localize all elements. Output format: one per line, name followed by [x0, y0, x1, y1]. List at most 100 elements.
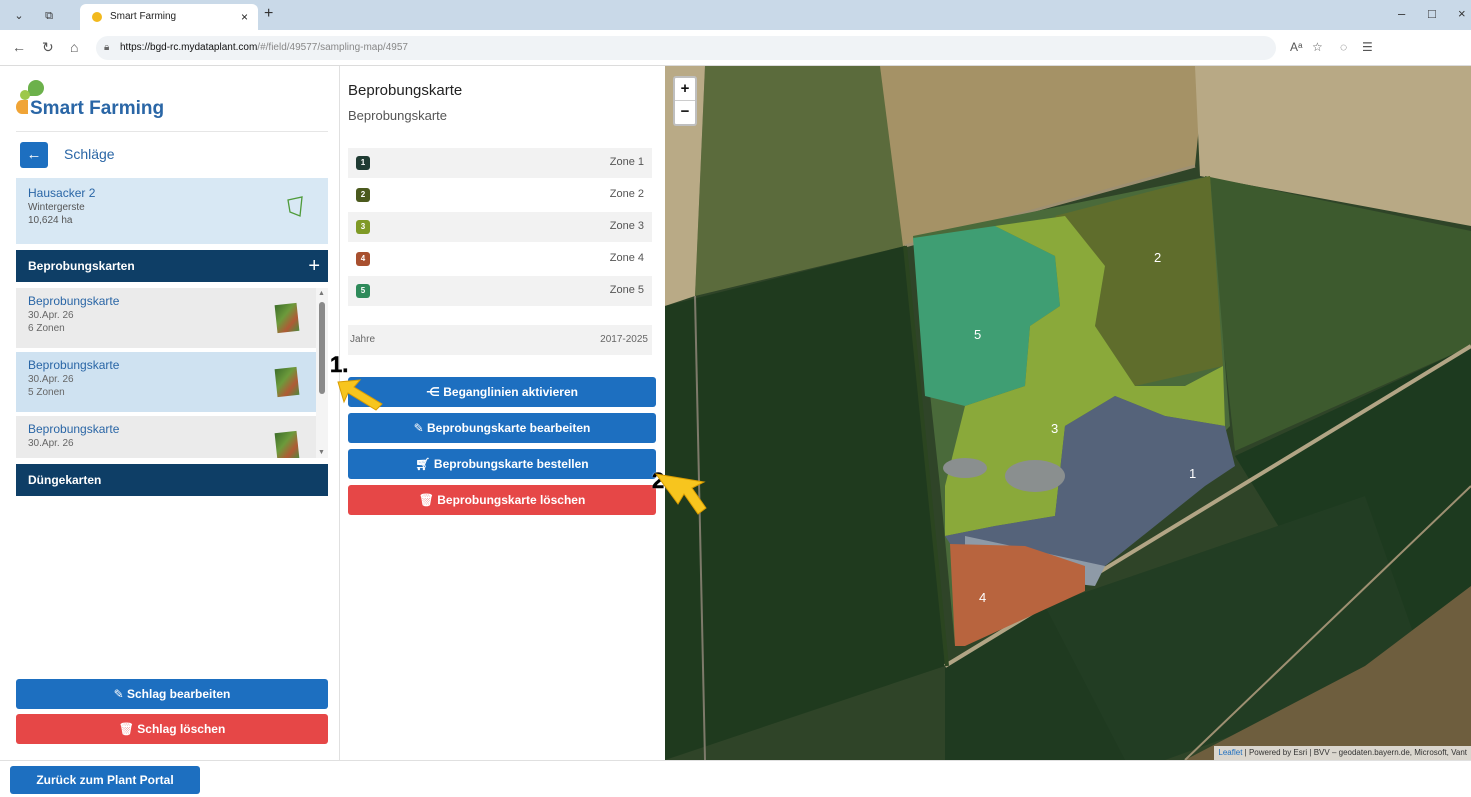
zone-label-4: 4	[979, 590, 987, 605]
sampling-map-list[interactable]: Beprobungskarte 30.Apr. 26 6 Zonen Bepro…	[16, 288, 328, 458]
cart-icon: 🛒︎	[415, 457, 434, 471]
url-path: /#/field/49577/sampling-map/4957	[257, 42, 408, 53]
zoom-in-button[interactable]: +	[675, 78, 695, 101]
zone-row: 5 Zone 5	[348, 276, 652, 306]
scroll-up-icon[interactable]: ▲	[318, 290, 325, 297]
logo-leaf-icon	[28, 80, 44, 96]
sampling-maps-title: Beprobungskarten	[28, 259, 135, 273]
edit-icon: ✎	[413, 421, 427, 435]
list-scrollbar[interactable]: ▲ ▼	[316, 288, 328, 458]
zone-label-5: 5	[974, 327, 982, 342]
trash-icon: 🗑︎	[118, 722, 138, 736]
sampling-map-detail-panel: Beprobungskarte Beprobungskarte 1 Zone 1…	[340, 66, 665, 760]
map-card-zones: 5 Zonen	[28, 387, 65, 398]
annotation-step-2: 2.	[652, 468, 712, 528]
leaflet-link[interactable]: Leaflet	[1218, 748, 1242, 757]
edit-icon: ✎	[113, 687, 127, 701]
zone-color-swatch: 2	[356, 188, 370, 202]
zone-label: Zone 5	[609, 284, 644, 296]
list-item[interactable]: Beprobungskarte 30.Apr. 26	[16, 416, 316, 458]
favorites-list-icon[interactable]: ☰	[1362, 40, 1373, 54]
edit-sampling-map-button[interactable]: ✎ Beprobungskarte bearbeiten	[348, 413, 656, 443]
back-nav-icon[interactable]: ←	[12, 39, 26, 55]
delete-field-button[interactable]: 🗑︎ Schlag löschen	[16, 714, 328, 744]
extensions-icon[interactable]: ◌	[1340, 40, 1347, 54]
url-field[interactable]: 🔒︎ https://bgd-rc.mydataplant.com/#/fiel…	[96, 36, 1276, 60]
map-thumbnail	[274, 366, 300, 398]
map-attribution: Leaflet | Powered by Esri | BVV – geodat…	[1214, 746, 1471, 760]
scrollbar-thumb[interactable]	[319, 302, 325, 394]
tab-actions-icon[interactable]: ⌄	[8, 6, 30, 26]
close-window-button[interactable]: ×	[1458, 6, 1466, 21]
bottom-bar: Zurück zum Plant Portal	[0, 760, 1471, 797]
zone-row: 2 Zone 2	[348, 180, 652, 210]
field-shape-icon	[287, 196, 303, 217]
sampling-maps-header: Beprobungskarten +	[16, 250, 328, 282]
tab-title: Smart Farming	[110, 11, 177, 22]
scroll-down-icon[interactable]: ▼	[318, 449, 325, 456]
fertilizer-maps-title: Düngekarten	[28, 473, 102, 487]
back-arrow-button[interactable]: ←	[20, 142, 48, 168]
zone-label: Zone 4	[609, 252, 644, 264]
map-card-zones: 6 Zonen	[28, 323, 65, 334]
zone-label: Zone 3	[609, 220, 644, 232]
grey-patch	[1005, 460, 1065, 492]
order-sampling-map-button[interactable]: 🛒︎ Beprobungskarte bestellen	[348, 449, 656, 479]
back-label[interactable]: Schläge	[64, 146, 115, 162]
map-card-title: Beprobungskarte	[28, 422, 120, 436]
fertilizer-maps-header[interactable]: Düngekarten	[16, 464, 328, 496]
url-host: https://bgd-rc.mydataplant.com	[120, 42, 258, 53]
zone-color-swatch: 1	[356, 156, 370, 170]
zone-color-swatch: 4	[356, 252, 370, 266]
home-icon[interactable]: ⌂	[70, 39, 78, 55]
pointer-arrow-icon	[654, 473, 707, 515]
zone-label-2: 2	[1154, 250, 1162, 265]
page-title: Beprobungskarte	[348, 82, 463, 99]
browser-tab[interactable]: Smart Farming ×	[80, 4, 258, 30]
delete-sampling-map-button[interactable]: 🗑︎ Beprobungskarte löschen	[348, 485, 656, 515]
map-card-date: 30.Apr. 26	[28, 438, 74, 449]
workspaces-icon[interactable]: ⧉	[38, 6, 60, 26]
years-value: 2017-2025	[600, 334, 648, 345]
left-sidebar: Smart Farming ← Schläge Hausacker 2 Wint…	[0, 66, 340, 760]
map-card-date: 30.Apr. 26	[28, 310, 74, 321]
new-tab-button[interactable]: +	[264, 5, 273, 23]
tab-close-icon[interactable]: ×	[241, 4, 248, 30]
edit-sampling-map-label: Beprobungskarte bearbeiten	[427, 421, 591, 435]
edit-field-button[interactable]: ✎ Schlag bearbeiten	[16, 679, 328, 709]
favorite-star-icon[interactable]: ☆	[1312, 40, 1323, 54]
satellite-map[interactable]	[665, 66, 1471, 760]
pointer-arrow-icon	[337, 379, 383, 411]
read-aloud-icon[interactable]: Aᵃ	[1290, 40, 1302, 54]
map-card-title: Beprobungskarte	[28, 358, 120, 372]
list-item[interactable]: Beprobungskarte 30.Apr. 26 5 Zonen	[16, 352, 316, 414]
zone-color-swatch: 3	[356, 220, 370, 234]
divider	[16, 131, 328, 132]
zoom-out-button[interactable]: −	[675, 101, 695, 124]
delete-field-label: Schlag löschen	[137, 722, 226, 736]
list-item[interactable]: Beprobungskarte 30.Apr. 26 6 Zonen	[16, 288, 316, 350]
map-thumbnail	[274, 430, 300, 458]
field-area: 10,624 ha	[28, 215, 73, 226]
maximize-button[interactable]: □	[1428, 6, 1436, 21]
field-crop: Wintergerste	[28, 202, 85, 213]
share-nodes-icon: ⋲	[426, 385, 444, 399]
field-name: Hausacker 2	[28, 186, 96, 200]
page-subtitle: Beprobungskarte	[348, 108, 448, 123]
minimize-button[interactable]: –	[1398, 6, 1405, 21]
zone-row: 3 Zone 3	[348, 212, 652, 242]
smart-farming-logo[interactable]: Smart Farming	[16, 78, 176, 124]
lock-icon: 🔒︎	[104, 42, 110, 53]
favicon-icon	[92, 12, 102, 22]
add-sampling-map-icon[interactable]: +	[308, 250, 320, 282]
field-card[interactable]: Hausacker 2 Wintergerste 10,624 ha	[16, 178, 328, 244]
zone-color-swatch: 5	[356, 284, 370, 298]
reload-icon[interactable]: ↻	[42, 39, 54, 56]
years-row: Jahre 2017-2025	[348, 325, 652, 355]
map-view[interactable]: 1 2 3 4 5 + − Leaflet | Powered by Esri …	[665, 66, 1471, 760]
back-to-plant-portal-button[interactable]: Zurück zum Plant Portal	[10, 766, 200, 794]
zone-row: 1 Zone 1	[348, 148, 652, 178]
map-card-title: Beprobungskarte	[28, 294, 120, 308]
logo-leaf-small-icon	[20, 90, 30, 100]
activate-walklines-button[interactable]: ⋲ Beganglinien aktivieren	[348, 377, 656, 407]
